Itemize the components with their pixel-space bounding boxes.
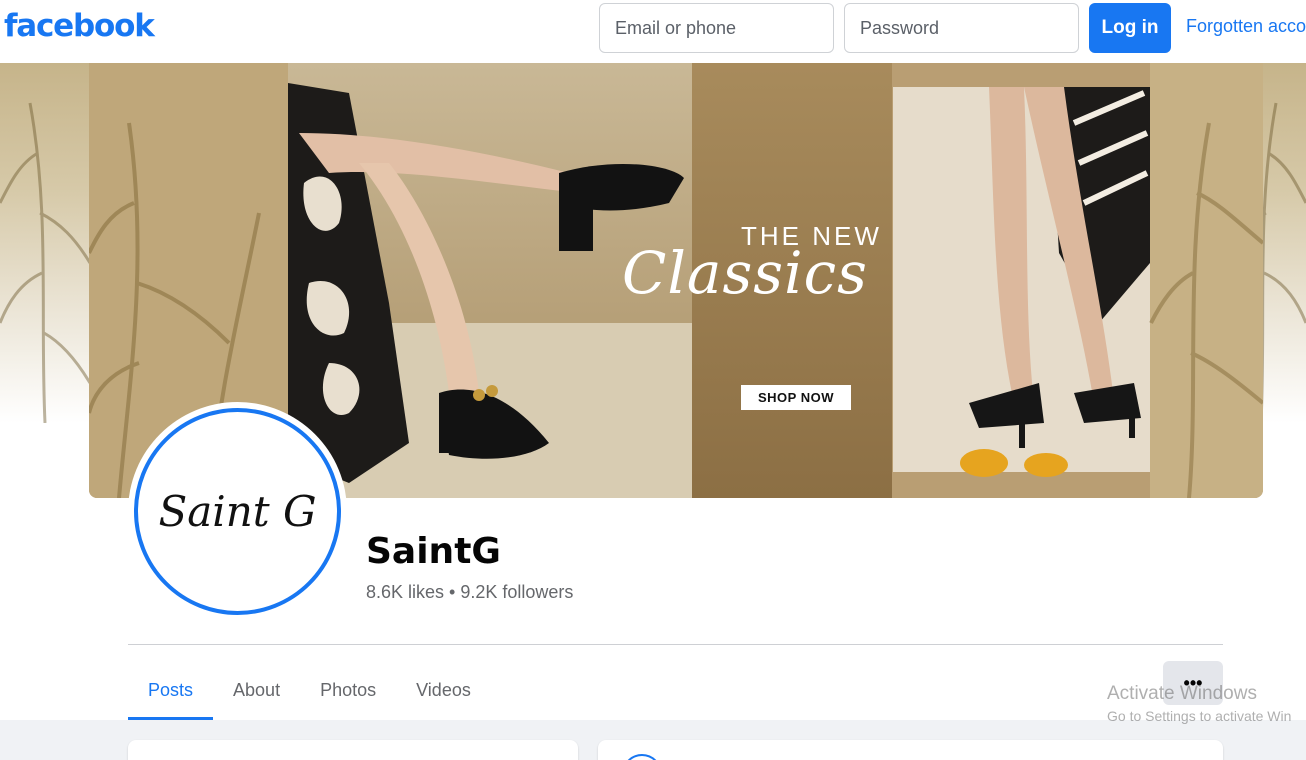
cover-script-title: Classics xyxy=(622,239,868,307)
tab-posts[interactable]: Posts xyxy=(128,660,214,720)
password-field[interactable] xyxy=(844,3,1079,53)
page-title: SaintG xyxy=(366,531,501,572)
email-field[interactable] xyxy=(599,3,834,53)
avatar-ring: Saint G xyxy=(134,408,341,615)
tab-about[interactable]: About xyxy=(213,660,300,720)
facebook-logo[interactable]: facebook xyxy=(4,8,155,44)
palm-leaf-decoration xyxy=(0,102,90,423)
profile-tabs: Posts About Photos Videos xyxy=(128,660,491,720)
shop-now-button[interactable]: SHOP NOW xyxy=(741,385,851,410)
top-bar: facebook Log in Forgotten acco xyxy=(0,0,1306,63)
forgot-account-link[interactable]: Forgotten acco xyxy=(1186,16,1306,37)
post-avatar-icon[interactable] xyxy=(622,754,662,760)
avatar-logo-text: Saint G xyxy=(158,487,317,536)
tab-photos[interactable]: Photos xyxy=(300,660,396,720)
more-options-button[interactable]: ••• xyxy=(1163,661,1223,705)
post-card xyxy=(598,740,1223,760)
tab-videos[interactable]: Videos xyxy=(396,660,491,720)
login-button[interactable]: Log in xyxy=(1089,3,1171,53)
intro-card xyxy=(128,740,578,760)
profile-avatar[interactable]: Saint G xyxy=(129,403,346,620)
page-stats[interactable]: 8.6K likes • 9.2K followers xyxy=(366,582,573,603)
divider xyxy=(128,644,1223,645)
